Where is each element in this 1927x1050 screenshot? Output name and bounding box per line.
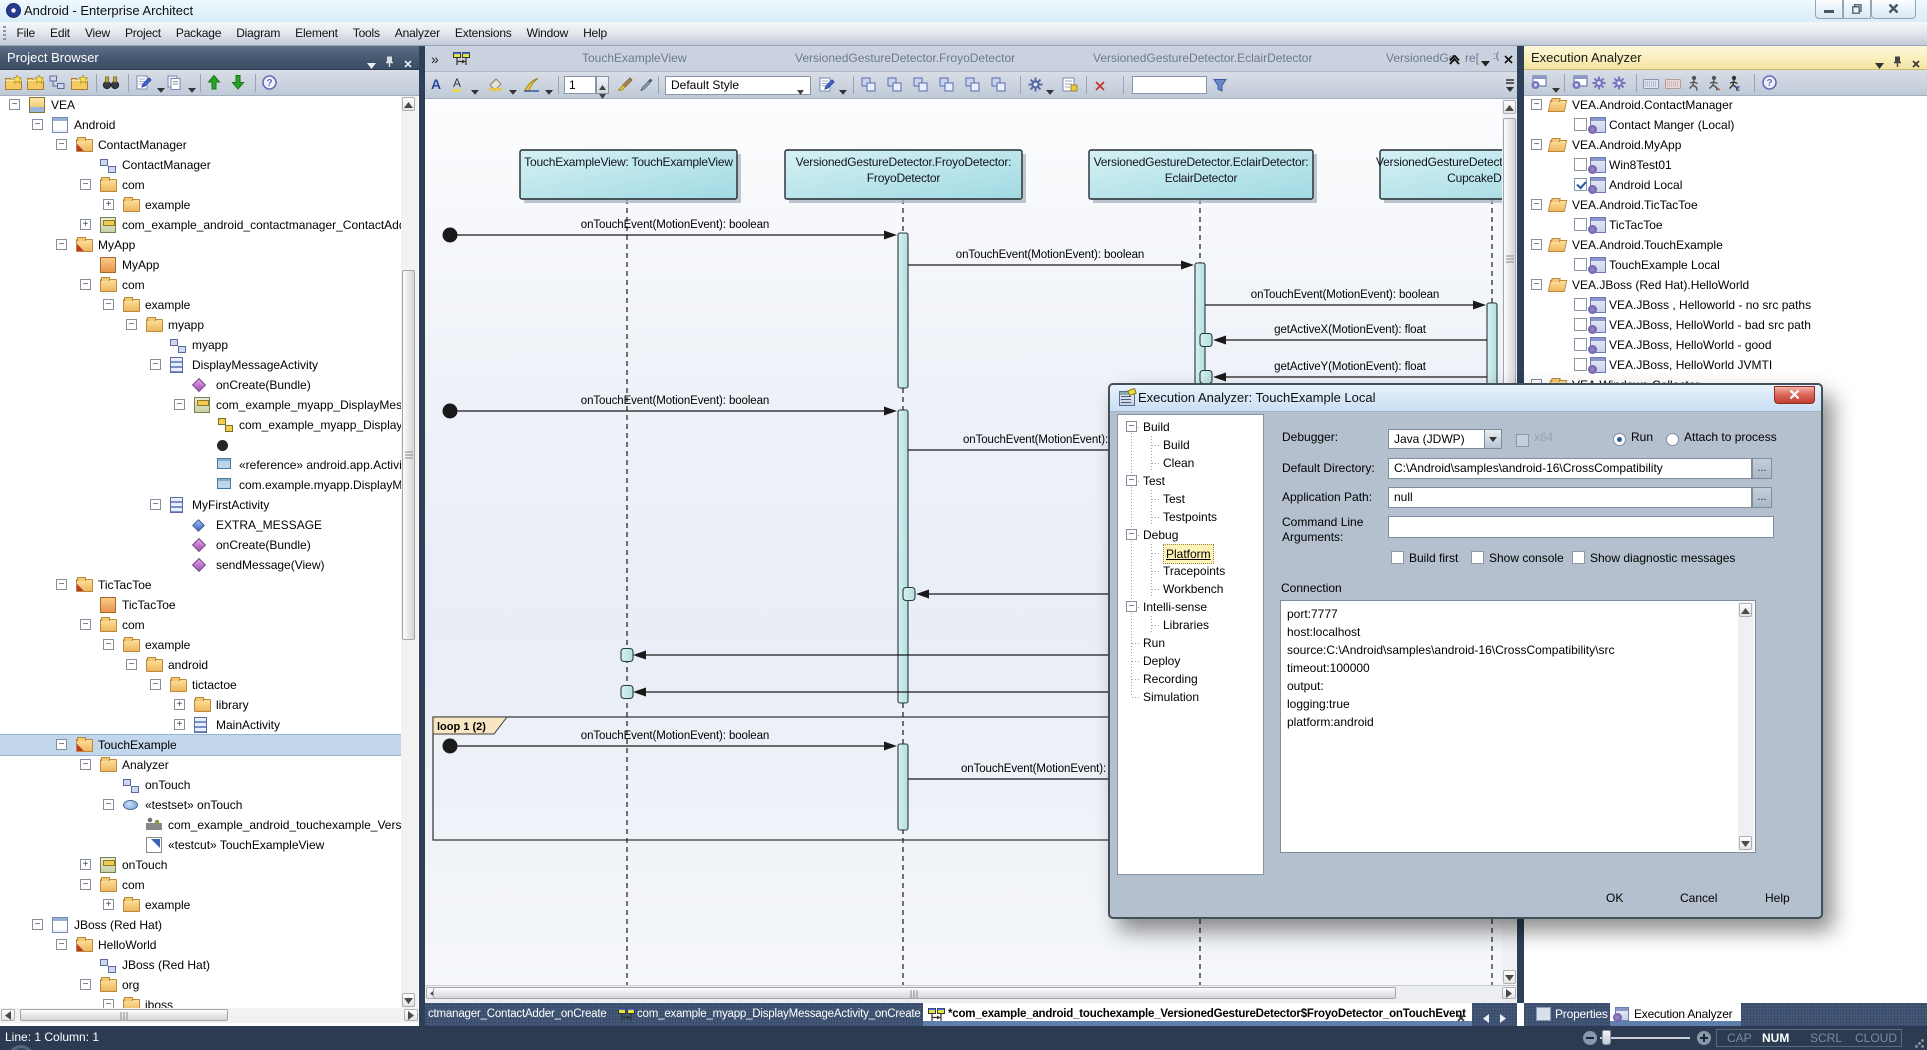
svg-text:onTouchEvent(MotionEvent): boo: onTouchEvent(MotionEvent): boolean — [581, 219, 769, 231]
svg-text:onTouchEvent(MotionEvent): boo: onTouchEvent(MotionEvent): boolean — [1251, 289, 1439, 301]
svg-text:VersionedGestureDetector.Froyo: VersionedGestureDetector.FroyoDetector: — [796, 155, 1012, 169]
svg-text:getActiveX(MotionEvent): float: getActiveX(MotionEvent): float — [1274, 324, 1427, 336]
svg-text:VersionedGestureDetector.Eclai: VersionedGestureDetector.EclairDetector: — [1094, 155, 1309, 169]
svg-text:?: ? — [1766, 78, 1772, 89]
svg-text:EclairDetector: EclairDetector — [1165, 171, 1238, 185]
svg-text:onTouchEvent(MotionEvent): boo: onTouchEvent(MotionEvent): boolean — [581, 395, 769, 407]
svg-text:onTouchEvent(MotionEvent): boo: onTouchEvent(MotionEvent): boolean — [956, 249, 1144, 261]
svg-text:CupcakeDetector: CupcakeDetector — [1447, 171, 1502, 185]
svg-text:onTouchEvent(MotionEvent): boo: onTouchEvent(MotionEvent): boolean — [581, 730, 769, 742]
svg-text:?: ? — [266, 78, 272, 89]
svg-text:loop 1 (2): loop 1 (2) — [437, 721, 486, 733]
svg-text:VersionedGestureDetector.Cupca: VersionedGestureDetector.CupcakeDetector… — [1376, 155, 1502, 169]
svg-text:TouchExampleView: TouchExample: TouchExampleView: TouchExampleView — [524, 155, 733, 169]
svg-text:onTouchEvent(MotionEvent): b: onTouchEvent(MotionEvent): b — [963, 434, 1117, 446]
svg-text:getActiveY(MotionEvent): float: getActiveY(MotionEvent): float — [1274, 361, 1427, 373]
svg-text:FroyoDetector: FroyoDetector — [867, 171, 941, 185]
